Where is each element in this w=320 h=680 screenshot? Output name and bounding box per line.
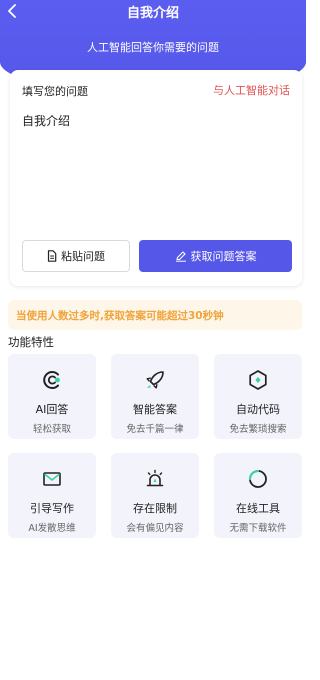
chat-with-ai-link[interactable]: 与人工智能对话: [213, 82, 290, 98]
alarm-icon: [143, 467, 167, 491]
get-answer-button[interactable]: 获取问题答案: [139, 240, 292, 272]
feature-name: 智能答案: [133, 403, 177, 416]
feature-name: 引导写作: [30, 502, 74, 515]
feature-desc: 免去千篇一律: [126, 424, 184, 435]
page-subtitle: 人工智能回答你需要的问题: [87, 41, 219, 54]
hexagon-icon: [246, 368, 270, 392]
get-answer-label: 获取问题答案: [190, 250, 257, 263]
question-label: 填写您的问题: [22, 85, 88, 98]
feature-auto-code[interactable]: 自动代码 免去繁琐搜索: [214, 354, 302, 439]
feature-ai-answer[interactable]: AI回答 轻松获取: [8, 354, 96, 439]
feature-desc: 免去繁琐搜索: [229, 424, 287, 435]
feature-desc: 无需下载软件: [229, 523, 287, 534]
paste-question-label: 粘贴问题: [61, 250, 105, 263]
document-icon: [47, 250, 57, 262]
feature-name: 在线工具: [236, 502, 280, 515]
circle-tool-icon: [246, 467, 270, 491]
feature-limitations[interactable]: 存在限制 会有偏见内容: [111, 453, 199, 538]
question-input[interactable]: [22, 112, 290, 232]
mail-icon: [40, 467, 64, 491]
pen-icon: [175, 251, 186, 262]
notice-banner: 当使用人数过多时,获取答案可能超过30秒钟: [8, 300, 302, 330]
feature-guided-writing[interactable]: 引导写作 AI发散思维: [8, 453, 96, 538]
paste-question-button[interactable]: 粘贴问题: [22, 240, 130, 272]
page-title: 自我介绍: [126, 6, 179, 21]
notice-text: 当使用人数过多时,获取答案可能超过30秒钟: [16, 309, 224, 322]
rocket-icon: [143, 368, 167, 392]
feature-desc: 会有偏见内容: [126, 523, 184, 534]
feature-online-tools[interactable]: 在线工具 无需下载软件: [214, 453, 302, 538]
feature-smart-answer[interactable]: 智能答案 免去千篇一律: [111, 354, 199, 439]
ai-c-icon: [40, 368, 64, 392]
feature-desc: 轻松获取: [32, 424, 71, 435]
features-title: 功能特性: [8, 335, 54, 349]
feature-name: 存在限制: [133, 502, 177, 515]
feature-name: 自动代码: [236, 403, 280, 416]
feature-desc: AI发散思维: [28, 523, 76, 534]
question-card: 填写您的问题 与人工智能对话 粘贴问题 获取问题答案: [10, 70, 302, 286]
feature-name: AI回答: [35, 403, 69, 416]
